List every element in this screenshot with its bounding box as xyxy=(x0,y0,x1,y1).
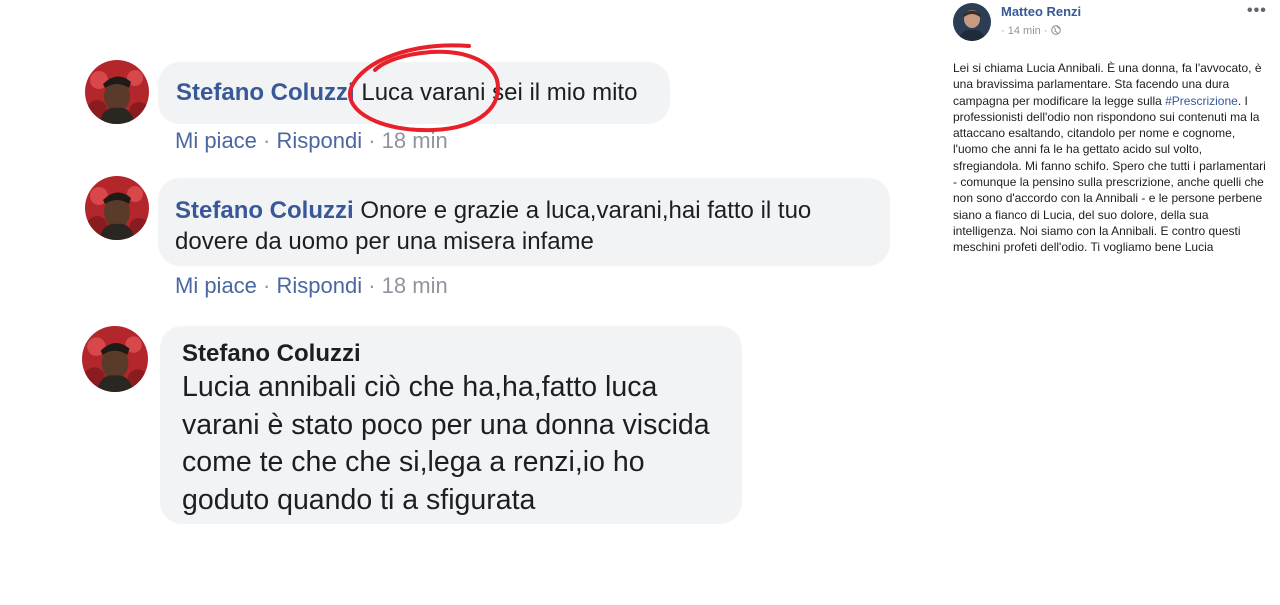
separator: · xyxy=(362,273,382,298)
comment-actions: Mi piace · Rispondi · 18 min xyxy=(175,128,448,154)
hashtag-link[interactable]: #Prescrizione xyxy=(1165,94,1238,108)
author-portrait-image xyxy=(953,3,991,41)
separator: · xyxy=(256,128,277,153)
avatar-portrait-image xyxy=(82,326,148,392)
post-timestamp[interactable]: 14 min xyxy=(1008,25,1041,37)
comment-author[interactable]: Stefano Coluzzi xyxy=(176,79,355,106)
comment-avatar[interactable] xyxy=(82,326,148,392)
post-meta: · 14 min · xyxy=(1001,25,1061,37)
comment-text: Lucia annibali ciò che ha,ha,fatto luca … xyxy=(182,371,710,516)
separator: · xyxy=(256,273,277,298)
comment-timestamp[interactable]: 18 min xyxy=(382,273,448,298)
avatar-portrait-image xyxy=(85,60,149,124)
comment-bubble: Stefano Coluzzi Luca varani sei il mio m… xyxy=(158,62,670,124)
comment-author[interactable]: Stefano Coluzzi xyxy=(182,339,722,369)
avatar-portrait-image xyxy=(85,176,149,240)
post-body-text: Lei si chiama Lucia Annibali. È una donn… xyxy=(953,60,1271,256)
more-options-icon[interactable]: ••• xyxy=(1247,2,1267,20)
reply-link[interactable]: Rispondi xyxy=(276,128,362,153)
comment-timestamp[interactable]: 18 min xyxy=(382,128,448,153)
comment-text: Luca varani sei il mio mito xyxy=(361,79,638,106)
separator: · xyxy=(362,128,382,153)
comment-avatar[interactable] xyxy=(85,176,149,240)
bullet-separator: · xyxy=(1001,25,1008,37)
post-author-avatar[interactable] xyxy=(953,3,991,41)
comment-bubble: Stefano Coluzzi Onore e grazie a luca,va… xyxy=(158,178,890,266)
comment-author[interactable]: Stefano Coluzzi xyxy=(175,197,354,224)
like-link[interactable]: Mi piace xyxy=(175,128,257,153)
comment-avatar[interactable] xyxy=(85,60,149,124)
post-author-name[interactable]: Matteo Renzi xyxy=(1001,4,1081,19)
separator: · xyxy=(1040,25,1051,37)
globe-icon[interactable] xyxy=(1050,25,1061,37)
like-link[interactable]: Mi piace xyxy=(175,273,257,298)
comment-bubble: Stefano Coluzzi Lucia annibali ciò che h… xyxy=(160,326,742,524)
post-text-part: . I professionisti dell'odio non rispond… xyxy=(953,93,1266,255)
comment-actions: Mi piace · Rispondi · 18 min xyxy=(175,273,448,299)
reply-link[interactable]: Rispondi xyxy=(276,273,362,298)
